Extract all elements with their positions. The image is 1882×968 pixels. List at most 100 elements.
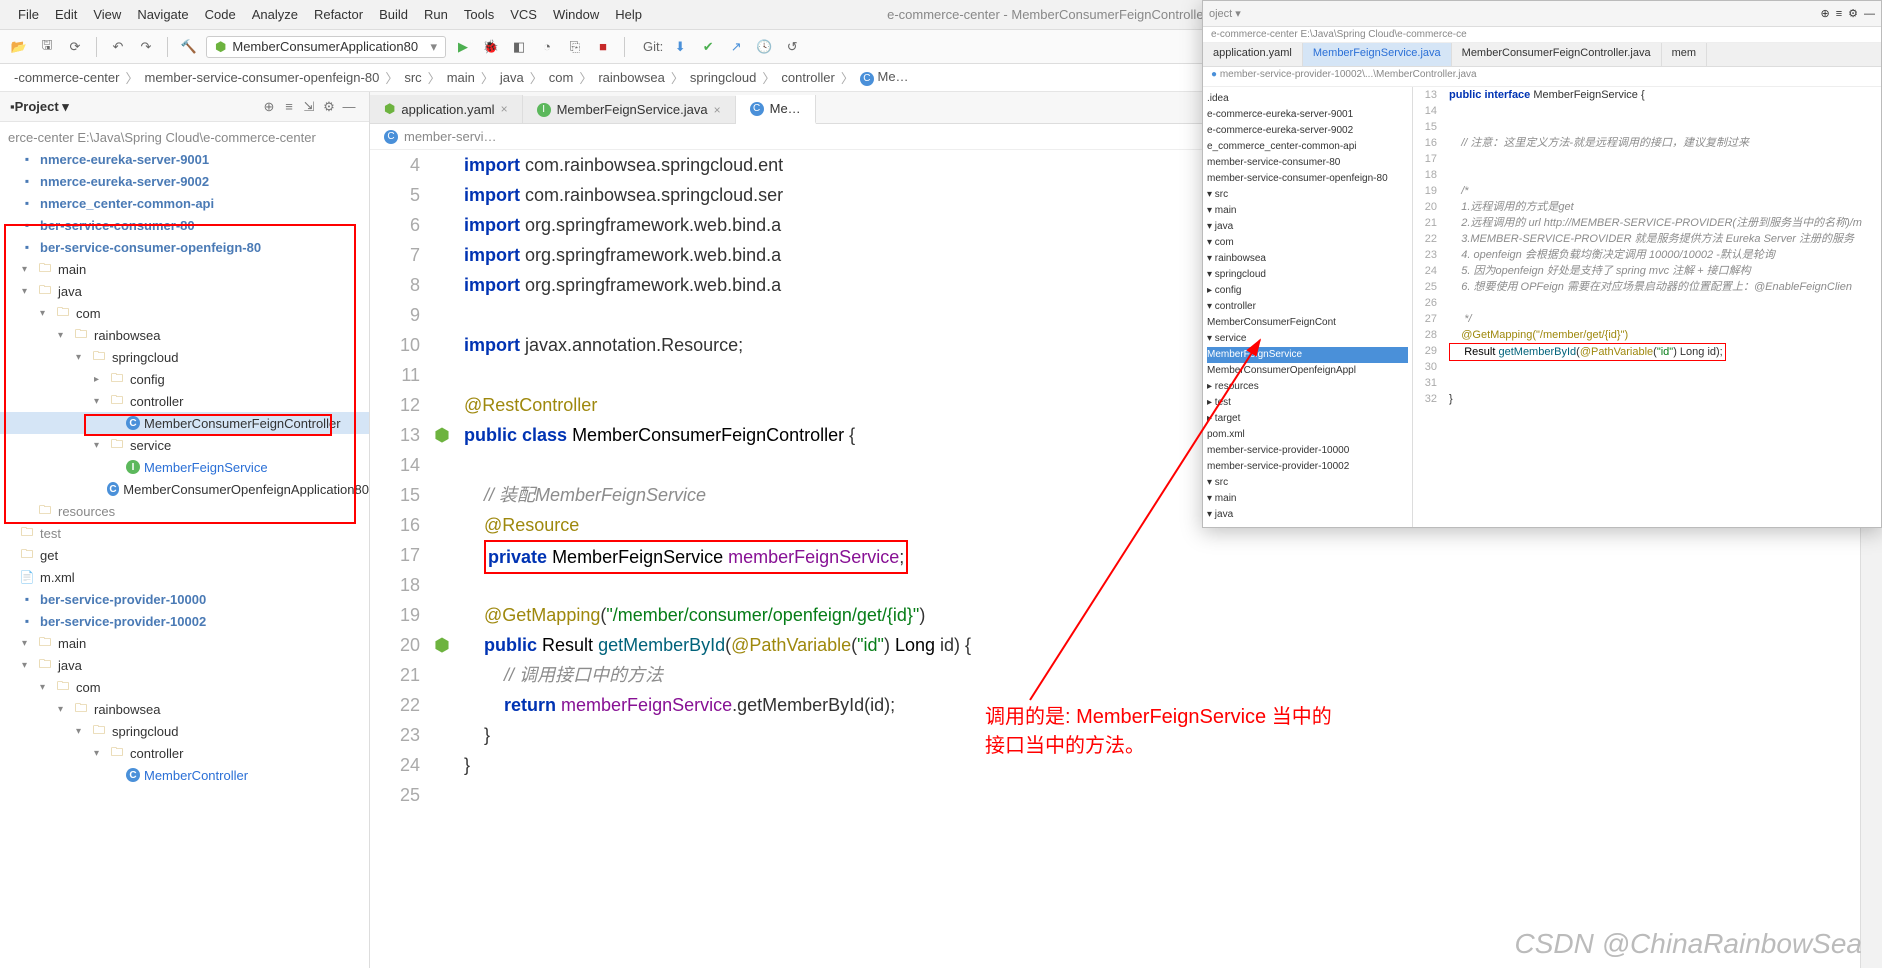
- tree-node[interactable]: ▪nmerce-eureka-server-9001: [0, 148, 369, 170]
- project-panel-title[interactable]: Project ▾: [15, 99, 259, 115]
- menu-tools[interactable]: Tools: [456, 7, 502, 22]
- tree-node[interactable]: ▪ber-service-provider-10000: [0, 588, 369, 610]
- tree-node[interactable]: ▾🗀main: [0, 632, 369, 654]
- popup-code-editor[interactable]: 1314151617181920212223242526272829303132…: [1413, 87, 1881, 527]
- settings-icon[interactable]: ⚙: [319, 99, 339, 115]
- hide-icon[interactable]: —: [339, 99, 359, 114]
- popup-tree-node[interactable]: ▸ config: [1207, 283, 1408, 299]
- popup-tree-node[interactable]: MemberConsumerFeignCont: [1207, 315, 1408, 331]
- attach-icon[interactable]: ⎘: [564, 36, 586, 58]
- git-update-icon[interactable]: ⬇: [669, 36, 691, 58]
- undo-icon[interactable]: ↶: [107, 36, 129, 58]
- tree-node[interactable]: ▪nmerce-eureka-server-9002: [0, 170, 369, 192]
- popup-tree-node[interactable]: ▾ com: [1207, 235, 1408, 251]
- tree-node[interactable]: ▾🗀rainbowsea: [0, 698, 369, 720]
- popup-tree-node[interactable]: MemberConsumerOpenfeignAppl: [1207, 363, 1408, 379]
- tree-node[interactable]: ▪ber-service-consumer-openfeign-80: [0, 236, 369, 258]
- popup-tree-node[interactable]: ▸ resources: [1207, 379, 1408, 395]
- tree-node[interactable]: ▪nmerce_center-common-api: [0, 192, 369, 214]
- git-rollback-icon[interactable]: ↺: [781, 36, 803, 58]
- menu-file[interactable]: File: [10, 7, 47, 22]
- tree-node[interactable]: ▾🗀controller: [0, 390, 369, 412]
- open-icon[interactable]: 📂: [8, 36, 30, 58]
- tree-node[interactable]: CMemberConsumerFeignController: [0, 412, 369, 434]
- tree-node[interactable]: ▾🗀springcloud: [0, 346, 369, 368]
- tree-node[interactable]: ▾🗀main: [0, 258, 369, 280]
- tree-node[interactable]: 🗀get: [0, 544, 369, 566]
- tree-node[interactable]: ▾🗀controller: [0, 742, 369, 764]
- menu-vcs[interactable]: VCS: [502, 7, 545, 22]
- tree-node[interactable]: ▪ber-service-consumer-80: [0, 214, 369, 236]
- tree-node[interactable]: ▸🗀config: [0, 368, 369, 390]
- popup-toolbar-icon[interactable]: ⚙: [1848, 7, 1858, 20]
- popup-tree-node[interactable]: .idea: [1207, 91, 1408, 107]
- popup-tab[interactable]: application.yaml: [1203, 43, 1303, 66]
- git-history-icon[interactable]: 🕓: [753, 36, 775, 58]
- popup-tab[interactable]: MemberFeignService.java: [1303, 43, 1452, 66]
- menu-view[interactable]: View: [85, 7, 129, 22]
- menu-run[interactable]: Run: [416, 7, 456, 22]
- tree-node[interactable]: IMemberFeignService: [0, 456, 369, 478]
- popup-tree-node[interactable]: ▾ main: [1207, 491, 1408, 507]
- tree-node[interactable]: 🗀test: [0, 522, 369, 544]
- popup-toolbar-icon[interactable]: ≡: [1836, 8, 1842, 20]
- menu-help[interactable]: Help: [607, 7, 650, 22]
- collapse-all-icon[interactable]: ⇲: [299, 99, 319, 115]
- popup-tree-node[interactable]: e-commerce-eureka-server-9002: [1207, 123, 1408, 139]
- popup-toolbar-icon[interactable]: ⊕: [1820, 7, 1829, 20]
- popup-tree-node[interactable]: e-commerce-eureka-server-9001: [1207, 107, 1408, 123]
- breadcrumb-item[interactable]: main: [443, 70, 479, 85]
- popup-tab[interactable]: MemberConsumerFeignController.java: [1452, 43, 1662, 66]
- tree-node[interactable]: 📄m.xml: [0, 566, 369, 588]
- popup-tree-node[interactable]: ▾ java: [1207, 507, 1408, 523]
- breadcrumb-item[interactable]: controller: [777, 70, 838, 85]
- menu-edit[interactable]: Edit: [47, 7, 85, 22]
- expand-all-icon[interactable]: ≡: [279, 99, 299, 114]
- popup-tree-node[interactable]: ▾ java: [1207, 219, 1408, 235]
- menu-navigate[interactable]: Navigate: [129, 7, 196, 22]
- popup-tree-node[interactable]: ▾ rainbowsea: [1207, 251, 1408, 267]
- sync-icon[interactable]: ⟳: [64, 36, 86, 58]
- project-tree[interactable]: erce-center E:\Java\Spring Cloud\e-comme…: [0, 122, 369, 968]
- tree-node[interactable]: ▾🗀java: [0, 654, 369, 676]
- tab-application-yaml[interactable]: ⬢ application.yaml ×: [370, 95, 523, 123]
- popup-tree-node[interactable]: ▾ controller: [1207, 299, 1408, 315]
- popup-project-label[interactable]: oject ▾: [1209, 7, 1241, 20]
- tree-node[interactable]: CMemberConsumerOpenfeignApplication80: [0, 478, 369, 500]
- menu-refactor[interactable]: Refactor: [306, 7, 371, 22]
- popup-tree-node[interactable]: ▾ service: [1207, 331, 1408, 347]
- tree-node[interactable]: ▾🗀springcloud: [0, 720, 369, 742]
- popup-tree-node[interactable]: MemberFeignService: [1207, 347, 1408, 363]
- popup-tree-node[interactable]: pom.xml: [1207, 427, 1408, 443]
- breadcrumb-item[interactable]: src: [400, 70, 425, 85]
- popup-tab[interactable]: mem: [1662, 43, 1707, 66]
- popup-tree-node[interactable]: member-service-consumer-openfeign-80: [1207, 171, 1408, 187]
- tree-node[interactable]: ▾🗀java: [0, 280, 369, 302]
- tree-node[interactable]: ▾🗀com: [0, 676, 369, 698]
- breadcrumb-item[interactable]: java: [496, 70, 528, 85]
- save-icon[interactable]: 🖫: [36, 36, 58, 58]
- popup-tree-node[interactable]: ▾ src: [1207, 475, 1408, 491]
- popup-tree-node[interactable]: ▾ main: [1207, 203, 1408, 219]
- popup-toolbar-icon[interactable]: —: [1864, 8, 1875, 20]
- redo-icon[interactable]: ↷: [135, 36, 157, 58]
- tree-node[interactable]: ▾🗀rainbowsea: [0, 324, 369, 346]
- hammer-icon[interactable]: 🔨: [178, 36, 200, 58]
- profile-icon[interactable]: ◔: [536, 36, 558, 58]
- tab-membercontroller[interactable]: C Me…: [736, 95, 816, 124]
- popup-tree-node[interactable]: e_commerce_center-common-api: [1207, 139, 1408, 155]
- menu-build[interactable]: Build: [371, 7, 416, 22]
- stop-icon[interactable]: ■: [592, 36, 614, 58]
- run-config-dropdown[interactable]: ⬢ MemberConsumerApplication80 ▾: [206, 36, 446, 58]
- tab-memberfeignservice[interactable]: I MemberFeignService.java ×: [523, 96, 736, 123]
- breadcrumb-item[interactable]: C Me…: [856, 69, 913, 86]
- popup-tree-node[interactable]: ▾ src: [1207, 187, 1408, 203]
- menu-window[interactable]: Window: [545, 7, 607, 22]
- popup-tree-node[interactable]: ▾ springcloud: [1207, 267, 1408, 283]
- breadcrumb-item[interactable]: springcloud: [686, 70, 761, 85]
- menu-analyze[interactable]: Analyze: [244, 7, 306, 22]
- git-commit-icon[interactable]: ✔: [697, 36, 719, 58]
- quick-definition-popup[interactable]: oject ▾ ⊕ ≡ ⚙ — e-commerce-center E:\Jav…: [1202, 0, 1882, 528]
- popup-tree-node[interactable]: member-service-provider-10002: [1207, 459, 1408, 475]
- close-tab-icon[interactable]: ×: [501, 102, 508, 116]
